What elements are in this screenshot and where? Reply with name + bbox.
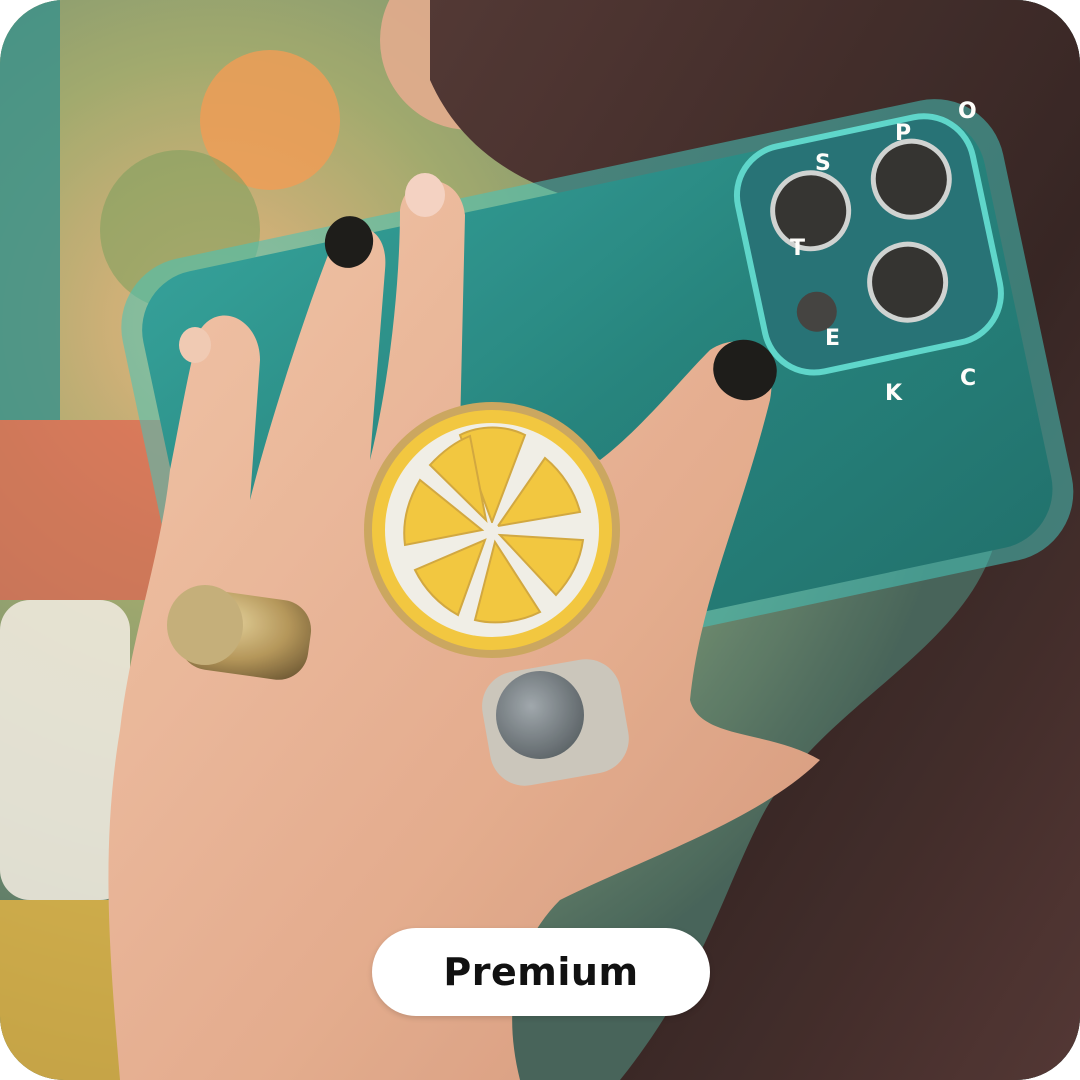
premium-badge-label: Premium (443, 950, 639, 994)
product-photo-card[interactable]: S P O C K E T Premium (0, 0, 1080, 1080)
product-photo: S P O C K E T (0, 0, 1080, 1080)
premium-badge: Premium (372, 928, 710, 1016)
